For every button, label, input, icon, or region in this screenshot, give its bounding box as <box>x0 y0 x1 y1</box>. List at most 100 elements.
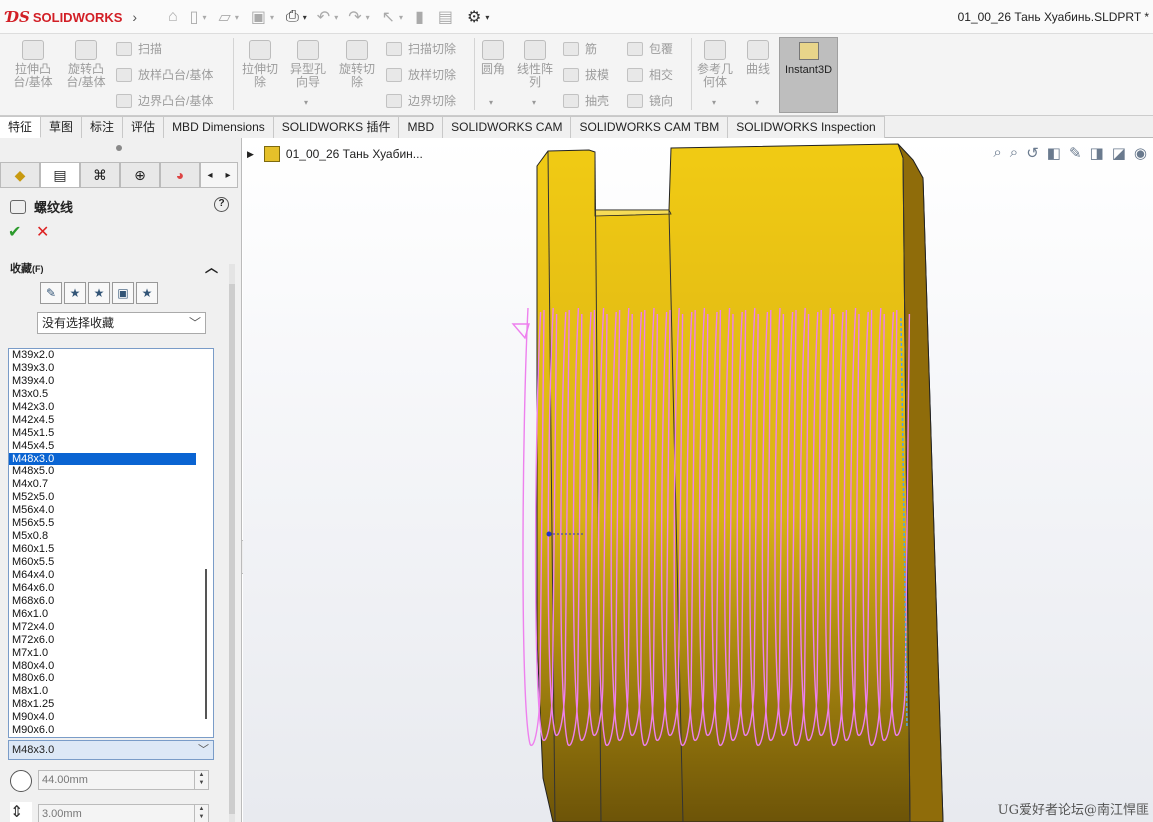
scroll-right-icon[interactable]: ▸ <box>225 170 230 181</box>
diameter-spinner[interactable]: ▲ ▼ <box>194 771 208 789</box>
thread-size-option[interactable]: M68x6.0 <box>9 595 196 608</box>
undo-icon[interactable]: ↶ <box>317 7 330 27</box>
dropdown-scroll-thumb[interactable] <box>205 569 207 719</box>
extrude-boss-button[interactable]: 拉伸凸 台/基体 <box>10 40 56 89</box>
tab-sketch[interactable]: 草图 <box>41 116 83 138</box>
tab-markup[interactable]: 标注 <box>82 116 124 138</box>
revolve-boss-button[interactable]: 旋转凸 台/基体 <box>62 40 110 89</box>
thread-size-option[interactable]: M80x6.0 <box>9 672 196 685</box>
pitch-field[interactable]: 3.00mm ▲ ▼ <box>38 804 209 822</box>
draft-button[interactable]: 拔模 <box>563 66 609 83</box>
home-icon[interactable]: ⌂ <box>168 8 178 26</box>
panel-grip[interactable] <box>116 145 122 151</box>
open-folder-icon[interactable]: ▱ <box>219 7 231 27</box>
configuration-manager-tab[interactable]: ⌘ <box>80 162 120 188</box>
thread-size-option[interactable]: M45x1.5 <box>9 427 196 440</box>
favorites-select[interactable]: 没有选择收藏 ﹀ <box>37 312 206 334</box>
curves-dropdown-icon[interactable]: ▾ <box>755 98 759 107</box>
load-favorite-icon[interactable]: ★ <box>136 282 158 304</box>
shell-button[interactable]: 抽壳 <box>563 92 609 109</box>
favorites-section-header[interactable]: 收藏(F) ︿ <box>10 260 218 276</box>
collapse-chevron-icon[interactable]: ︿ <box>205 257 218 276</box>
linear-pattern-button[interactable]: 线性阵 列 <box>514 40 556 89</box>
thread-size-option[interactable]: M48x5.0 <box>9 465 196 478</box>
thread-size-option[interactable]: M90x6.0 <box>9 724 196 737</box>
rebuild-icon[interactable]: ▮ <box>415 7 424 27</box>
intersect-button[interactable]: 相交 <box>627 66 673 83</box>
select-arrow-icon[interactable]: ↖ <box>382 7 395 27</box>
part-model[interactable] <box>243 138 1153 822</box>
graphics-viewport[interactable]: ▶ 01_00_26 Тань Хуабин... ⌕ ⌕ ↺ ◧ ✎ ◨ ◪ … <box>243 138 1153 822</box>
options-dropdown-icon[interactable]: ▾ <box>485 13 489 22</box>
instant3d-button[interactable]: Instant3D <box>779 37 838 113</box>
thread-size-option[interactable]: M39x2.0 <box>9 349 196 362</box>
save-icon[interactable]: ▣ <box>251 7 266 27</box>
revolve-cut-button[interactable]: 旋转切 除 <box>335 40 379 89</box>
wrap-button[interactable]: 包覆 <box>627 40 673 57</box>
undo-dropdown-icon[interactable]: ▾ <box>334 13 338 22</box>
redo-dropdown-icon[interactable]: ▾ <box>366 13 370 22</box>
ok-button[interactable]: ✔ <box>8 222 21 242</box>
thread-size-option[interactable]: M39x4.0 <box>9 375 196 388</box>
thread-size-option[interactable]: M42x4.5 <box>9 414 196 427</box>
sweep-button[interactable]: 扫描 <box>116 40 162 57</box>
ref-geometry-dropdown-icon[interactable]: ▾ <box>712 98 716 107</box>
loft-boss-button[interactable]: 放样凸台/基体 <box>116 66 213 83</box>
thread-size-option[interactable]: M72x6.0 <box>9 634 196 647</box>
dimxpert-tab[interactable]: ⊕ <box>120 162 160 188</box>
new-document-icon[interactable]: ▯ <box>190 7 199 27</box>
thread-size-option[interactable]: M7x1.0 <box>9 647 196 660</box>
dropdown-scrollbar[interactable] <box>201 349 211 737</box>
thread-size-option[interactable]: M45x4.5 <box>9 440 196 453</box>
pattern-dropdown-icon[interactable]: ▾ <box>532 98 536 107</box>
apply-favorite-icon[interactable]: ✎ <box>40 282 62 304</box>
thread-size-option[interactable]: M8x1.0 <box>9 685 196 698</box>
solidworks-logo[interactable]: ƊS SOLIDWORKS › <box>6 8 137 26</box>
tab-solidworks-cam[interactable]: SOLIDWORKS CAM <box>443 116 572 138</box>
thread-size-option[interactable]: M52x5.0 <box>9 491 196 504</box>
diameter-field[interactable]: 44.00mm ▲ ▼ <box>38 770 209 790</box>
pitch-spinner[interactable]: ▲ ▼ <box>194 805 208 822</box>
panel-scrollbar[interactable] <box>229 264 235 822</box>
boundary-boss-button[interactable]: 边界凸台/基体 <box>116 92 213 109</box>
display-manager-tab[interactable]: ◕ <box>160 162 200 188</box>
mirror-button[interactable]: 镜向 <box>627 92 673 109</box>
thread-size-option[interactable]: M56x4.0 <box>9 504 196 517</box>
save-favorite-icon[interactable]: ▣ <box>112 282 134 304</box>
extrude-cut-button[interactable]: 拉伸切 除 <box>238 40 282 89</box>
feature-manager-tab[interactable]: ◆ <box>0 162 40 188</box>
thread-size-dropdown-list[interactable]: M39x2.0 M39x3.0 M39x4.0 M3x0.5 M42x3.0 M42x4.… <box>8 348 214 738</box>
property-manager-tab[interactable]: ▤ <box>40 162 80 188</box>
tab-solidworks-addins[interactable]: SOLIDWORKS 插件 <box>273 116 400 138</box>
tab-solidworks-inspection[interactable]: SOLIDWORKS Inspection <box>728 116 885 138</box>
delete-favorite-icon[interactable]: ★ <box>88 282 110 304</box>
hole-wizard-button[interactable]: 异型孔 向导 <box>286 40 330 89</box>
thread-size-select[interactable]: M48x3.0 ﹀ <box>8 740 214 760</box>
print-icon[interactable]: ⎙ <box>286 8 299 26</box>
swept-cut-button[interactable]: 扫描切除 <box>386 40 456 57</box>
options-gear-icon[interactable]: ⚙ <box>467 7 481 27</box>
rib-button[interactable]: 筋 <box>563 40 597 57</box>
help-icon[interactable]: ? <box>214 197 229 212</box>
menu-arrow-icon[interactable]: › <box>132 9 137 25</box>
thread-size-option[interactable]: M60x5.5 <box>9 556 196 569</box>
thread-size-option[interactable]: M48x3.0 <box>9 452 196 466</box>
save-dropdown-icon[interactable]: ▾ <box>270 13 274 22</box>
redo-icon[interactable]: ↷ <box>348 7 361 27</box>
tab-mbd[interactable]: MBD <box>399 116 444 138</box>
thread-size-option[interactable]: M60x1.5 <box>9 543 196 556</box>
thread-size-option[interactable]: M6x1.0 <box>9 608 196 621</box>
cancel-button[interactable]: ✕ <box>36 222 49 242</box>
boundary-cut-button[interactable]: 边界切除 <box>386 92 456 109</box>
thread-size-option[interactable]: M42x3.0 <box>9 401 196 414</box>
select-dropdown-icon[interactable]: ▾ <box>399 13 403 22</box>
thread-size-option[interactable]: M8x1.25 <box>9 698 196 711</box>
thread-size-option[interactable]: M90x4.0 <box>9 711 196 724</box>
thread-size-option[interactable]: M3x0.5 <box>9 388 196 401</box>
curves-button[interactable]: 曲线 <box>742 40 774 76</box>
thread-size-option[interactable]: M64x6.0 <box>9 582 196 595</box>
thread-size-option[interactable]: M39x3.0 <box>9 362 196 375</box>
panel-scroll-thumb[interactable] <box>229 284 235 814</box>
hole-wizard-dropdown-icon[interactable]: ▾ <box>304 98 308 107</box>
tab-features[interactable]: 特征 <box>0 116 42 138</box>
